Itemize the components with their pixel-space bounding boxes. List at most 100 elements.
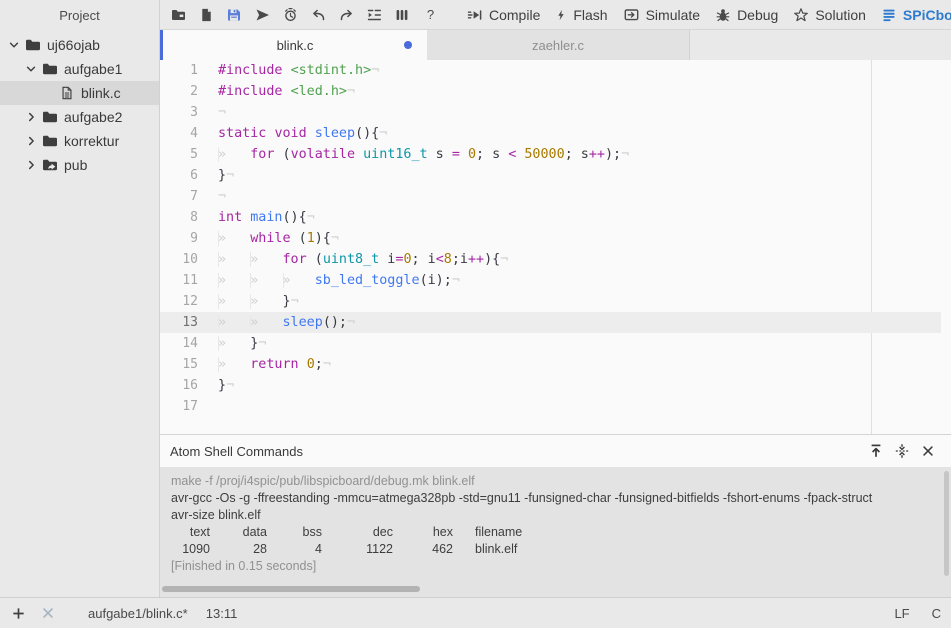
simulate-icon — [623, 7, 640, 23]
line-number: 9 — [160, 228, 198, 249]
eol-invisible: ¬ — [621, 147, 629, 162]
code-line[interactable]: 14» }¬ — [160, 333, 951, 354]
toolbar-save-button[interactable] — [220, 2, 248, 28]
chevron-down-icon[interactable] — [7, 38, 21, 52]
code-line[interactable]: 5» for (volatile uint16_t s = 0; s < 500… — [160, 144, 951, 165]
status-grammar[interactable]: C — [932, 606, 941, 621]
panel-close-button[interactable] — [915, 440, 941, 462]
debug-icon — [715, 7, 731, 23]
size-col-header: text — [171, 524, 210, 541]
line-number: 2 — [160, 81, 198, 102]
line-number: 12 — [160, 291, 198, 312]
tree-item-label: blink.c — [81, 85, 121, 101]
action-label: Flash — [573, 7, 607, 23]
vertical-scrollbar-thumb[interactable] — [944, 471, 949, 576]
toolbar-send-button[interactable] — [248, 2, 276, 28]
chevron-right-icon[interactable] — [24, 110, 38, 124]
help-icon: ? — [423, 7, 438, 23]
size-col-value: 28 — [210, 541, 267, 558]
toolbar-new-file-button[interactable] — [192, 2, 220, 28]
size-col-header: data — [210, 524, 267, 541]
size-col-value: 1122 — [322, 541, 393, 558]
code-line[interactable]: 3¬ — [160, 102, 951, 123]
folder-icon — [24, 38, 41, 52]
code-line[interactable]: 13» » sleep();¬ — [160, 312, 951, 333]
solution-button[interactable]: Solution — [793, 7, 866, 23]
sidebar-title: Project — [0, 0, 159, 23]
horizontal-scrollbar-thumb[interactable] — [162, 586, 420, 592]
console-line: avr-gcc -Os -g -ffreestanding -mmcu=atme… — [171, 490, 951, 507]
spicboard-button[interactable]: SPiCboard — [881, 7, 951, 23]
spicboard-icon — [881, 7, 897, 23]
status-cursor-position[interactable]: 13:11 — [206, 606, 238, 621]
sidebar-item-uj66ojab[interactable]: uj66ojab — [0, 33, 159, 57]
sidebar-item-korrektur[interactable]: korrektur — [0, 129, 159, 153]
toolbar-open-folder-button[interactable] — [164, 2, 192, 28]
code-line[interactable]: 16}¬ — [160, 375, 951, 396]
size-col-header: dec — [322, 524, 393, 541]
toolbar-undo-button[interactable] — [304, 2, 332, 28]
code-line[interactable]: 12» » }¬ — [160, 291, 951, 312]
tree-item-label: uj66ojab — [47, 37, 100, 53]
size-table-header: textdatabssdechexfilename — [171, 524, 951, 541]
simulate-button[interactable]: Simulate — [623, 7, 700, 23]
status-line-ending[interactable]: LF — [894, 606, 909, 621]
toolbar-help-button[interactable]: ? — [416, 2, 444, 28]
sidebar-item-blink.c[interactable]: blink.c — [0, 81, 159, 105]
tab-zaehler-c[interactable]: zaehler.c — [427, 30, 690, 60]
code-line[interactable]: 15» return 0;¬ — [160, 354, 951, 375]
code-line[interactable]: 1#include <stdint.h>¬ — [160, 60, 951, 81]
code-line[interactable]: 11» » » sb_led_toggle(i);¬ — [160, 270, 951, 291]
code-editor[interactable]: 1#include <stdint.h>¬2#include <led.h>¬3… — [160, 60, 951, 434]
new-file-icon — [199, 7, 214, 23]
toolbar-indent-button[interactable] — [360, 2, 388, 28]
send-icon — [254, 7, 271, 23]
add-terminal-button[interactable] — [10, 605, 26, 621]
eol-invisible: ¬ — [371, 63, 379, 78]
toolbar-columns-button[interactable] — [388, 2, 416, 28]
panel-scroll-to-top-button[interactable] — [863, 440, 889, 462]
code-line[interactable]: 4static void sleep(){¬ — [160, 123, 951, 144]
chevron-right-icon[interactable] — [24, 158, 38, 172]
sidebar-item-aufgabe2[interactable]: aufgabe2 — [0, 105, 159, 129]
status-file-path[interactable]: aufgabe1/blink.c* — [88, 606, 188, 621]
code-line[interactable]: 9» while (1){¬ — [160, 228, 951, 249]
tab-invisible: » — [250, 273, 282, 288]
flash-button[interactable]: Flash — [555, 7, 607, 23]
debug-button[interactable]: Debug — [715, 7, 778, 23]
save-icon — [226, 7, 242, 23]
line-number: 13 — [160, 312, 198, 333]
chevron-down-icon[interactable] — [24, 62, 38, 76]
panel-auto-scroll-button[interactable] — [889, 440, 915, 462]
tab-label: zaehler.c — [532, 38, 584, 53]
code-line[interactable]: 10» » for (uint8_t i=0; i<8;i++){¬ — [160, 249, 951, 270]
flash-icon — [555, 7, 567, 23]
compile-icon — [467, 7, 483, 23]
eol-invisible: ¬ — [331, 231, 339, 246]
folder-icon — [41, 62, 58, 76]
project-tree: uj66ojab aufgabe1 blink.c aufgabe2korrektur… — [0, 33, 159, 177]
toolbar-deadline-clock-button[interactable] — [276, 2, 304, 28]
line-number: 8 — [160, 207, 198, 228]
tab-invisible: » — [218, 336, 250, 351]
line-number: 1 — [160, 60, 198, 81]
eol-invisible: ¬ — [226, 168, 234, 183]
sidebar-item-pub[interactable]: pub — [0, 153, 159, 177]
close-terminal-button[interactable] — [40, 605, 56, 621]
atom-shell-commands-panel: Atom Shell Commands make -f /proj/i4spic… — [160, 434, 951, 597]
code-line[interactable]: 2#include <led.h>¬ — [160, 81, 951, 102]
code-line[interactable]: 17 — [160, 396, 951, 417]
code-line[interactable]: 7¬ — [160, 186, 951, 207]
toolbar-file-group: ? — [164, 2, 444, 28]
line-number: 16 — [160, 375, 198, 396]
sidebar-item-aufgabe1[interactable]: aufgabe1 — [0, 57, 159, 81]
code-line[interactable]: 6}¬ — [160, 165, 951, 186]
tab-blink-c[interactable]: blink.c — [163, 30, 427, 60]
toolbar-redo-button[interactable] — [332, 2, 360, 28]
chevron-spacer — [41, 86, 55, 100]
tab-label: blink.c — [277, 38, 314, 53]
ide-window: Project uj66ojab aufgabe1 blink.c aufgabe2k… — [0, 0, 951, 628]
chevron-right-icon[interactable] — [24, 134, 38, 148]
compile-button[interactable]: Compile — [467, 7, 540, 23]
code-line[interactable]: 8int main(){¬ — [160, 207, 951, 228]
